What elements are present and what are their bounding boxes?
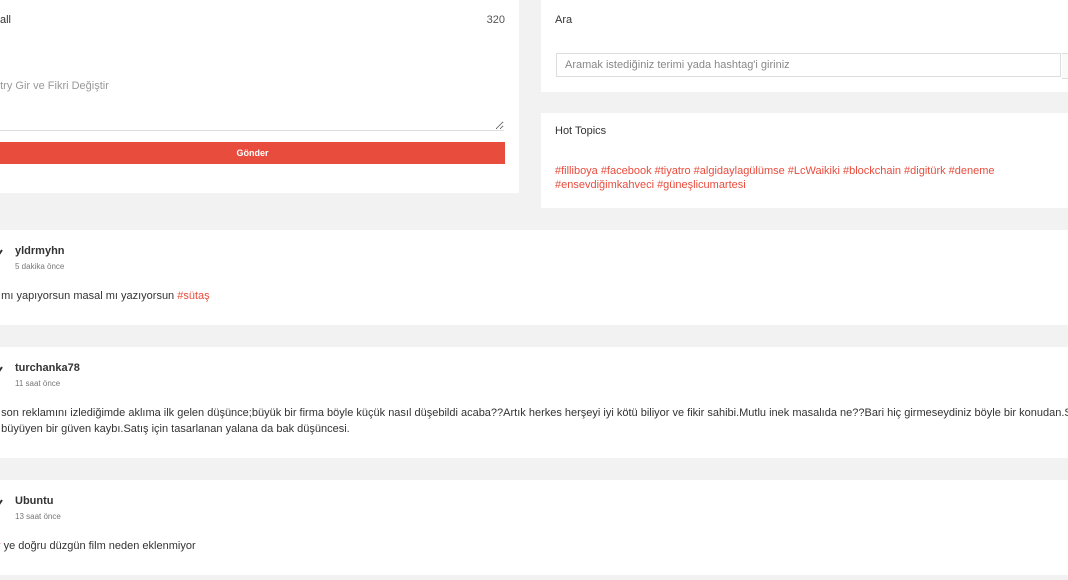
post-timestamp: 11 saat önce: [15, 379, 61, 388]
hot-topics-tags: #filliboya #facebook #tiyatro #algidaylagül…: [555, 164, 1055, 192]
search-button[interactable]: [1062, 53, 1068, 79]
hashtag-link[interactable]: #tiyatro: [655, 165, 691, 177]
avatar-icon: [0, 499, 3, 505]
search-label: Ara: [555, 14, 573, 26]
compose-label: all: [0, 14, 12, 26]
post-text-line: n son reklamını izlediğimde aklıma ilk g…: [0, 407, 1068, 419]
character-counter: 320: [486, 14, 505, 26]
hashtag-link[interactable]: #LcWaikiki: [788, 165, 840, 177]
hashtag-link[interactable]: #sütaş: [177, 290, 209, 302]
hashtag-link[interactable]: #ensevdiğimkahveci: [555, 179, 654, 191]
entry-textarea[interactable]: [0, 76, 504, 131]
hashtag-link[interactable]: #digitürk: [904, 165, 946, 177]
post-text-line: a büyüyen bir güven kaybı.Satış için tas…: [0, 423, 350, 435]
hot-topics-panel: Hot Topics #filliboya #facebook #tiyatro #a…: [541, 113, 1068, 208]
post-body: n son reklamını izlediğimde aklıma ilk g…: [0, 405, 1068, 437]
post-username[interactable]: turchanka78: [15, 362, 80, 374]
send-button[interactable]: Gönder: [0, 142, 505, 164]
hashtag-link[interactable]: #güneşlicumartesi: [657, 179, 746, 191]
post-timestamp: 13 saat önce: [15, 512, 61, 521]
post-body: tv ye doğru düzgün film neden eklenmiyor: [0, 538, 1068, 554]
search-panel: Ara: [541, 0, 1068, 92]
hashtag-link[interactable]: #filliboya: [555, 165, 598, 177]
post-username[interactable]: yldrmyhn: [15, 245, 65, 257]
avatar-icon: [0, 366, 3, 372]
hashtag-link[interactable]: #blockchain: [843, 165, 901, 177]
hot-topics-title: Hot Topics: [555, 125, 607, 137]
avatar-icon: [0, 249, 3, 255]
compose-panel: all 320 Gönder: [0, 0, 519, 193]
search-input[interactable]: [556, 53, 1061, 77]
hashtag-link[interactable]: #facebook: [601, 165, 652, 177]
post-card: yldrmyhn 5 dakika önce n mı yapıyorsun m…: [0, 230, 1068, 325]
post-text: ye doğru düzgün film neden eklenmiyor: [0, 540, 196, 552]
hashtag-link[interactable]: #deneme: [949, 165, 995, 177]
post-card: turchanka78 11 saat önce n son reklamını…: [0, 347, 1068, 458]
post-text: n mı yapıyorsun masal mı yazıyorsun: [0, 290, 178, 302]
post-username[interactable]: Ubuntu: [15, 495, 53, 507]
post-body: n mı yapıyorsun masal mı yazıyorsun #süt…: [0, 288, 1068, 304]
post-timestamp: 5 dakika önce: [15, 262, 65, 271]
hashtag-link[interactable]: #algidaylagülümse: [694, 165, 785, 177]
post-card: Ubuntu 13 saat önce tv ye doğru düzgün f…: [0, 480, 1068, 575]
